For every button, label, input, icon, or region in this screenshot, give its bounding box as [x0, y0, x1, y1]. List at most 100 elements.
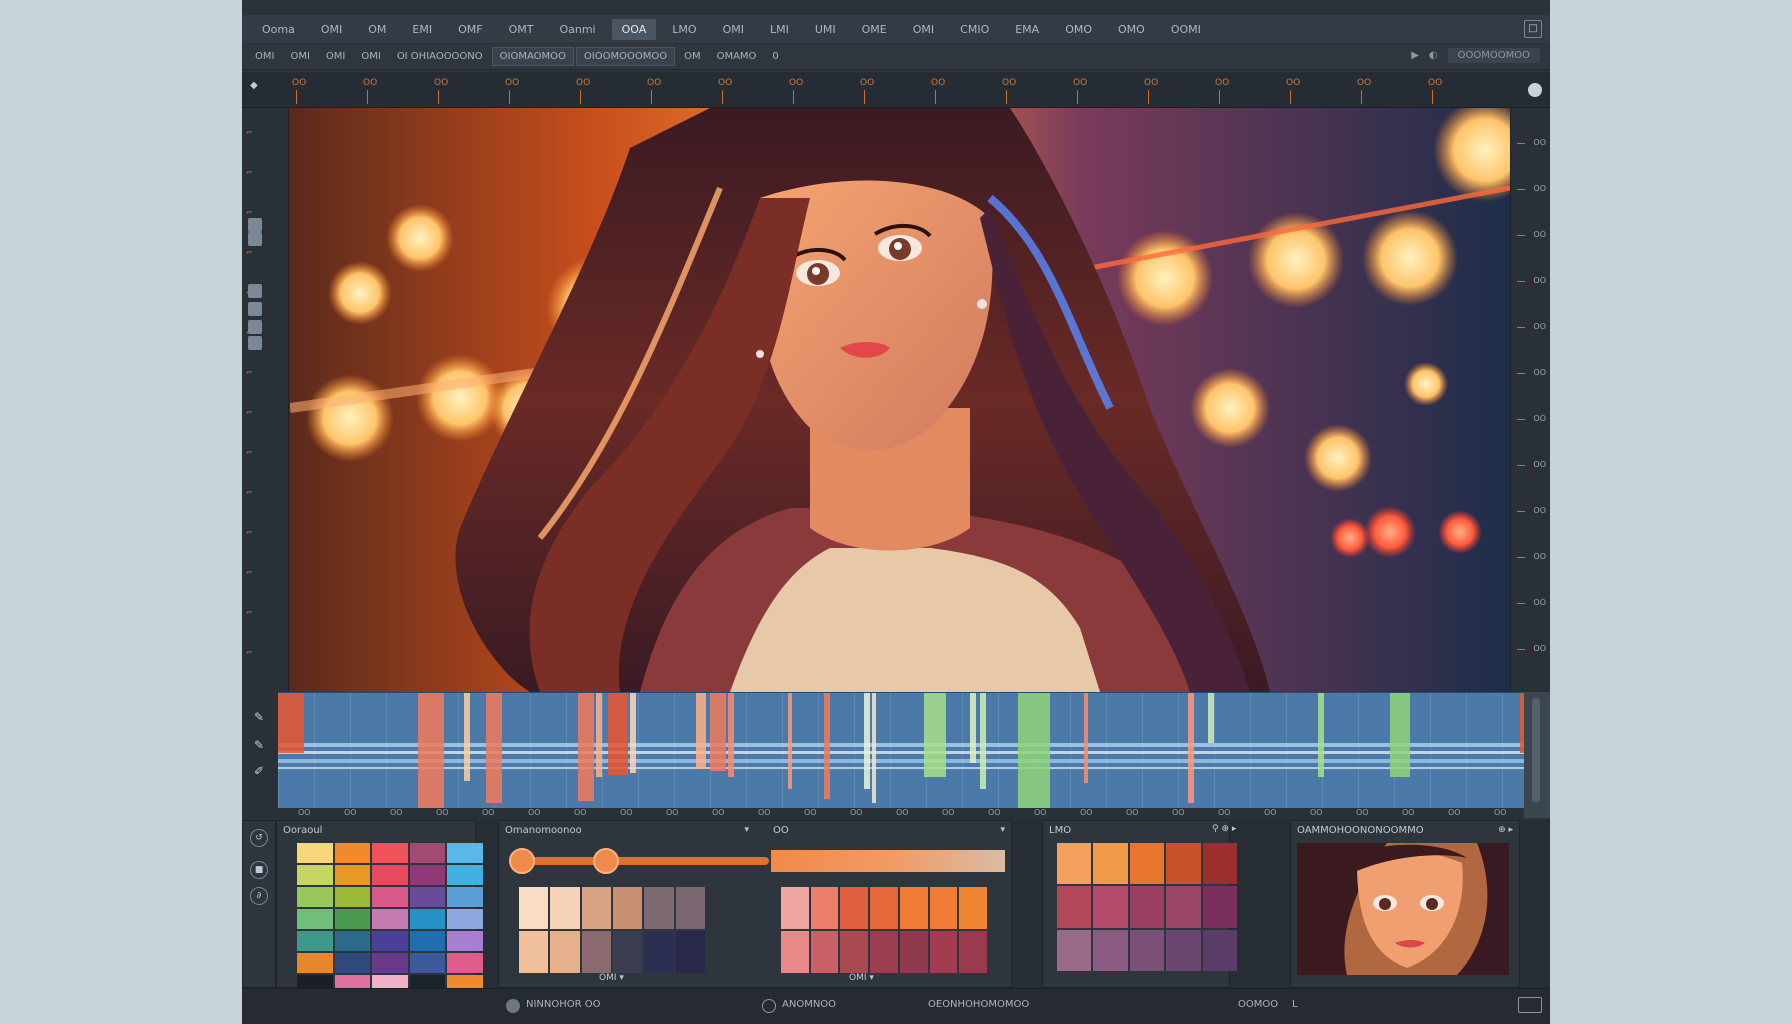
color-swatch[interactable] — [372, 953, 408, 973]
color-swatch[interactable] — [372, 843, 408, 863]
swatch[interactable] — [1129, 843, 1165, 885]
gradient-swatch[interactable] — [929, 931, 958, 973]
keyframe-add-icon[interactable]: ✎ — [254, 710, 264, 724]
swatch[interactable] — [1057, 929, 1092, 971]
color-swatch[interactable] — [447, 953, 483, 973]
menu-item-5[interactable]: OMT — [499, 19, 544, 40]
menu-item-4[interactable]: OMF — [448, 19, 492, 40]
timeline-clip[interactable] — [824, 693, 830, 799]
swatch[interactable] — [1166, 929, 1201, 971]
swatch[interactable] — [1093, 843, 1128, 885]
color-swatch[interactable] — [334, 931, 371, 951]
swatch[interactable] — [1202, 929, 1237, 971]
gradient-panel-menu[interactable]: ▾ — [744, 825, 749, 835]
timeline-clip[interactable] — [464, 693, 470, 781]
toolbar-item-5[interactable]: OIOMAOMOO — [491, 47, 574, 66]
timeline-scrollbar-thumb[interactable] — [1532, 698, 1540, 802]
timeline-clip[interactable] — [1188, 693, 1194, 803]
layer-icon[interactable]: ■ — [250, 861, 268, 879]
gradient-swatch[interactable] — [581, 887, 611, 929]
canvas-tool-icon-5[interactable] — [248, 336, 262, 350]
toolbar-item-0[interactable]: OMI — [248, 48, 281, 65]
color-swatch[interactable] — [409, 953, 446, 973]
swatch[interactable] — [1093, 886, 1128, 928]
timeline-clip[interactable] — [710, 693, 726, 771]
opacity-slider-track[interactable] — [519, 857, 769, 865]
color-swatch[interactable] — [334, 843, 371, 863]
toolbar-item-3[interactable]: OMI — [354, 48, 387, 65]
color-swatch[interactable] — [409, 843, 446, 863]
gradient-swatch[interactable] — [959, 931, 987, 973]
color-swatch[interactable] — [409, 887, 446, 907]
color-swatch[interactable] — [297, 843, 333, 863]
toolbar-item-6[interactable]: OIOOMOOOMOO — [575, 47, 676, 66]
opacity-slider-start-knob[interactable] — [509, 848, 535, 874]
gradient-swatch[interactable] — [899, 931, 928, 973]
timeline-clip[interactable] — [1208, 693, 1214, 743]
gradient-swatch[interactable] — [899, 887, 928, 929]
gradient-swatch[interactable] — [675, 931, 705, 973]
color-swatch[interactable] — [447, 931, 483, 951]
color-swatch[interactable] — [409, 909, 446, 929]
color-swatch[interactable] — [409, 931, 446, 951]
color-swatch[interactable] — [447, 865, 483, 885]
reference-image-thumbnail[interactable] — [1297, 843, 1509, 975]
menu-item-1[interactable]: OMI — [311, 19, 352, 40]
color-swatch[interactable] — [334, 865, 371, 885]
playhead-handle[interactable] — [1528, 83, 1542, 97]
timeline-clip[interactable] — [486, 693, 502, 803]
color-swatch[interactable] — [372, 865, 408, 885]
color-swatch[interactable] — [334, 887, 371, 907]
menu-item-18[interactable]: OOMI — [1161, 19, 1211, 40]
swatch[interactable] — [1202, 843, 1237, 885]
swatch[interactable] — [1129, 929, 1165, 971]
gradient-swatch[interactable] — [781, 887, 809, 929]
toolbar-item-9[interactable]: 0 — [765, 48, 785, 65]
gradient-swatch[interactable] — [644, 887, 674, 929]
timeline-clip[interactable] — [608, 693, 628, 775]
toolbar-item-8[interactable]: OMAMO — [710, 48, 764, 65]
menu-item-11[interactable]: UMI — [805, 19, 846, 40]
menu-item-6[interactable]: Oanmi — [549, 19, 605, 40]
gradient-swatch[interactable] — [781, 931, 809, 973]
gradient-swatch[interactable] — [929, 887, 958, 929]
gradient-swatch[interactable] — [840, 887, 869, 929]
gradient-swatch[interactable] — [644, 931, 674, 973]
reference-panel-menu[interactable]: ⊕ ▸ — [1498, 825, 1513, 835]
timeline-clip[interactable] — [696, 693, 706, 769]
timeline-track[interactable] — [278, 692, 1524, 808]
gradient-swatch[interactable] — [840, 931, 869, 973]
timeline-clip[interactable] — [1084, 693, 1088, 783]
play-icon[interactable]: ▶ — [1411, 50, 1419, 61]
keyframe-edit-icon[interactable]: ✎ — [254, 738, 264, 752]
toolbar-preset-dropdown[interactable]: OOOMOOMOO — [1447, 48, 1540, 63]
color-swatch[interactable] — [447, 843, 483, 863]
canvas-tool-icon-0[interactable] — [248, 218, 262, 232]
canvas-tool-icon-3[interactable] — [248, 302, 262, 316]
menu-item-16[interactable]: OMO — [1055, 19, 1102, 40]
display-mode-icon[interactable]: ◐ — [1429, 50, 1438, 61]
swatch[interactable] — [1057, 886, 1092, 928]
timeline-clip[interactable] — [788, 693, 792, 789]
status-panel-toggle[interactable] — [1518, 997, 1542, 1013]
color-swatch[interactable] — [297, 931, 333, 951]
artwork-canvas[interactable] — [290, 108, 1510, 692]
menu-item-15[interactable]: EMA — [1005, 19, 1049, 40]
menu-item-0[interactable]: Ooma — [252, 19, 305, 40]
swatch[interactable] — [1057, 843, 1092, 885]
ruler-origin-icon[interactable]: ◆ — [250, 80, 258, 91]
timeline-clip[interactable] — [418, 693, 444, 808]
toolbar-item-7[interactable]: OM — [677, 48, 708, 65]
canvas-tool-icon-2[interactable] — [248, 284, 262, 298]
swatch[interactable] — [1202, 886, 1237, 928]
timeline-clip[interactable] — [630, 693, 636, 773]
timeline-clip[interactable] — [1018, 693, 1050, 808]
timeline-clip[interactable] — [596, 693, 602, 777]
timeline-scrollbar[interactable] — [1524, 692, 1550, 818]
menu-item-9[interactable]: OMI — [713, 19, 754, 40]
timeline-clip[interactable] — [864, 693, 870, 789]
timeline-clip[interactable] — [1318, 693, 1324, 777]
link-icon[interactable]: ∂ — [250, 887, 268, 905]
color-swatch[interactable] — [334, 909, 371, 929]
menu-item-12[interactable]: OME — [852, 19, 897, 40]
